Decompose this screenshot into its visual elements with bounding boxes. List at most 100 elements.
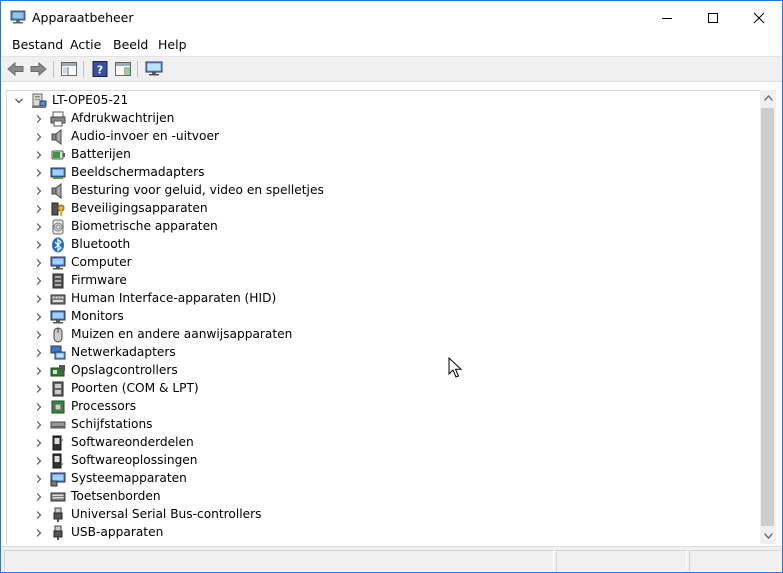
device-manager-window: Apparaatbeheer Bestand Actie Beeld Help … [0,0,783,573]
chevron-right-icon[interactable] [33,131,45,143]
chevron-down-icon[interactable] [13,95,25,107]
tree-item[interactable]: Biometrische apparaten [7,218,757,236]
tree-item[interactable]: Besturing voor geluid, video en spelletj… [7,182,757,200]
chevron-right-icon[interactable] [33,329,45,341]
disk-drive-icon [50,421,66,429]
chevron-right-icon[interactable] [33,185,45,197]
chevron-right-icon[interactable] [33,203,45,215]
tree-item[interactable]: Universal Serial Bus-controllers [7,506,757,524]
forward-arrow-icon [30,61,47,77]
chevron-right-icon[interactable] [33,293,45,305]
maximize-button[interactable] [690,1,736,35]
tree-item[interactable]: Bluetooth [7,236,757,254]
scrollbar-thumb[interactable] [761,108,774,526]
chevron-right-icon[interactable] [33,347,45,359]
chevron-right-icon[interactable] [33,509,45,521]
tree-item-label: Batterijen [71,147,131,161]
help-button[interactable]: ? [91,60,109,78]
tree-item[interactable]: Firmware [7,272,757,290]
tree-root-row[interactable]: LT-OPE05-21 [7,92,757,110]
scroll-up-button[interactable] [760,90,776,106]
chevron-right-icon[interactable] [33,383,45,395]
chevron-right-icon[interactable] [33,365,45,377]
close-icon [753,12,765,24]
chevron-right-icon[interactable] [33,527,45,539]
tree-item[interactable]: Schijfstations [7,416,757,434]
scroll-down-arrow-icon [763,533,773,539]
forward-button[interactable] [29,60,47,78]
scan-hardware-button[interactable] [145,60,163,78]
back-arrow-icon [7,61,24,77]
chevron-right-icon[interactable] [33,149,45,161]
maximize-icon [708,13,718,23]
show-hide-console-tree-button[interactable] [60,60,78,78]
tree-item[interactable]: Batterijen [7,146,757,164]
printer-queue-icon [50,111,66,127]
tree-item[interactable]: Softwareoplossingen [7,452,757,470]
tree-item-label: Muizen en andere aanwijsapparaten [71,327,293,341]
tree-item-label: Audio-invoer en -uitvoer [71,129,219,143]
tree-item[interactable]: Muizen en andere aanwijsapparaten [7,326,757,344]
menu-action[interactable]: Actie [70,37,101,52]
properties-pane-icon [115,62,131,76]
toolbar-separator [83,61,84,77]
tree-item[interactable]: Afdrukwachtrijen [7,110,757,128]
device-manager-app-icon [10,10,26,24]
close-button[interactable] [736,1,782,35]
scroll-down-button[interactable] [760,528,776,544]
chevron-right-icon[interactable] [33,113,45,125]
back-button[interactable] [7,60,25,78]
tree-item[interactable]: Softwareonderdelen [7,434,757,452]
storage-controller-icon [50,365,65,377]
chevron-right-icon[interactable] [33,473,45,485]
sound-video-icon [51,183,62,199]
chevron-right-icon[interactable] [33,491,45,503]
vertical-scrollbar[interactable] [760,90,776,544]
device-tree[interactable]: LT-OPE05-21 Afdrukwachtrijen Audio-invoer… [6,90,761,545]
software-device-icon [52,453,63,469]
chevron-right-icon[interactable] [33,401,45,413]
chevron-right-icon[interactable] [33,455,45,467]
tree-item[interactable]: Netwerkadapters [7,344,757,362]
chevron-right-icon[interactable] [33,311,45,323]
menu-bar: Bestand Actie Beeld Help [1,35,782,57]
software-component-icon [52,435,63,451]
chevron-right-icon[interactable] [33,257,45,269]
minimize-button[interactable] [644,1,690,35]
chevron-right-icon[interactable] [33,239,45,251]
title-bar[interactable]: Apparaatbeheer [1,1,782,35]
tree-item[interactable]: Human Interface-apparaten (HID) [7,290,757,308]
tree-item-label: Softwareoplossingen [71,453,198,467]
svg-text:?: ? [97,64,103,77]
menu-help[interactable]: Help [158,37,187,52]
display-adapter-icon [50,167,66,179]
chevron-right-icon[interactable] [33,275,45,287]
tree-item[interactable]: USB-apparaten [7,524,757,542]
chevron-right-icon[interactable] [33,167,45,179]
tree-item-label: Toetsenborden [71,489,161,503]
mouse-pointer-icon [448,357,462,378]
tree-item[interactable]: Monitors [7,308,757,326]
console-tree-icon [61,62,77,76]
tree-item[interactable]: Opslagcontrollers [7,362,757,380]
system-device-icon [50,472,66,487]
tree-item[interactable]: Audio-invoer en -uitvoer [7,128,757,146]
properties-button[interactable] [114,60,132,78]
tree-item-label: Beeldschermadapters [71,165,205,179]
chevron-right-icon[interactable] [33,437,45,449]
chevron-right-icon[interactable] [33,221,45,233]
security-key-icon [51,202,65,216]
tree-item[interactable]: Computer [7,254,757,272]
keyboard-icon [50,492,66,502]
tree-item[interactable]: Beveiligingsapparaten [7,200,757,218]
tree-item-label: Bluetooth [71,237,131,251]
menu-file[interactable]: Bestand [12,37,63,52]
toolbar-separator [53,61,54,77]
tree-item[interactable]: Systeemapparaten [7,470,757,488]
tree-item[interactable]: Beeldschermadapters [7,164,757,182]
tree-item[interactable]: Processors [7,398,757,416]
menu-view[interactable]: Beeld [113,37,148,52]
tree-item[interactable]: Poorten (COM & LPT) [7,380,757,398]
chevron-right-icon[interactable] [33,419,45,431]
tree-item[interactable]: Toetsenborden [7,488,757,506]
